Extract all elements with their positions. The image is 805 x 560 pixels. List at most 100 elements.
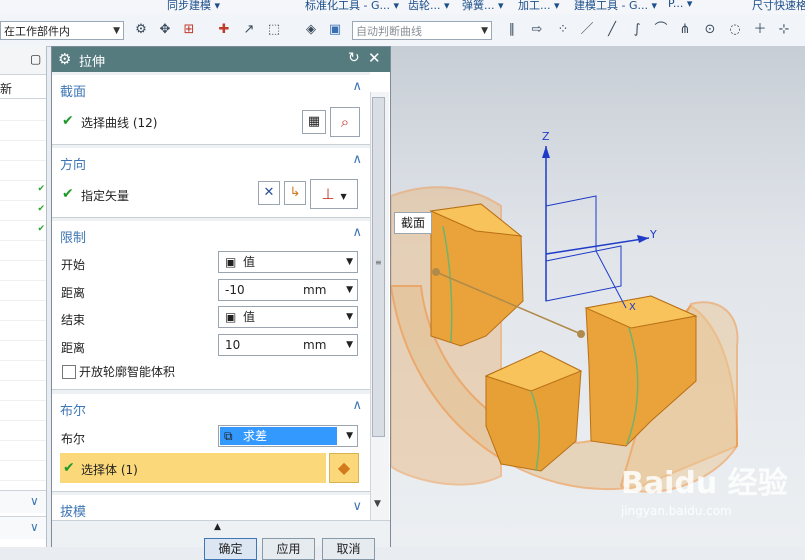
- boolean-group-title[interactable]: 布尔: [60, 400, 86, 419]
- ribbon-dimension-quick[interactable]: 尺寸快速格: [752, 0, 805, 13]
- ok-button[interactable]: 确定: [204, 538, 257, 560]
- select-curve-label[interactable]: 选择曲线 (12): [81, 114, 157, 131]
- line-icon[interactable]: ／: [578, 21, 596, 39]
- grip-icon: ≡: [375, 258, 382, 267]
- direction-group-title[interactable]: 方向: [60, 154, 86, 173]
- list-item[interactable]: [0, 240, 46, 261]
- maximize-icon[interactable]: ▢: [30, 52, 41, 66]
- list-item[interactable]: [0, 360, 46, 381]
- point-icon[interactable]: ✚: [215, 21, 233, 39]
- box-select-icon[interactable]: ⬚: [265, 21, 283, 39]
- start-type-select[interactable]: ▣ 值 ▼: [218, 251, 358, 273]
- list-item[interactable]: [0, 440, 46, 461]
- open-profile-label[interactable]: 开放轮廓智能体积: [79, 363, 175, 380]
- face-icon[interactable]: ▣: [326, 21, 344, 39]
- dialog-titlebar[interactable]: ⚙ 拉伸 ↻ ✕: [52, 47, 390, 72]
- list-item[interactable]: [0, 260, 46, 281]
- dependencies-panel[interactable]: ∨: [0, 490, 46, 513]
- limits-group-title[interactable]: 限制: [60, 227, 86, 246]
- apply-button[interactable]: 应用: [262, 538, 315, 560]
- list-item[interactable]: [0, 140, 46, 161]
- cross-icon[interactable]: ＋: [751, 21, 769, 39]
- list-item[interactable]: [0, 280, 46, 301]
- list-item[interactable]: [0, 460, 46, 481]
- end-distance-field[interactable]: 10 mm ▼: [218, 334, 358, 356]
- center-icon[interactable]: ⊙: [701, 21, 719, 39]
- diagonal-icon[interactable]: ╱: [603, 21, 621, 39]
- select-body-row[interactable]: ✔ 选择体 (1): [60, 453, 326, 483]
- move-icon[interactable]: ↗: [240, 21, 258, 39]
- sketch-section-button[interactable]: ▦: [302, 110, 326, 134]
- filter-icon[interactable]: ✥: [156, 21, 174, 39]
- chevron-up-icon[interactable]: ∧: [352, 152, 362, 167]
- list-item[interactable]: ✔: [0, 220, 46, 241]
- list-item[interactable]: [0, 160, 46, 181]
- ribbon-sync-modeling[interactable]: 同步建模 ▾: [167, 0, 220, 13]
- tangent-icon[interactable]: ⌒: [652, 21, 670, 39]
- list-item[interactable]: [0, 340, 46, 361]
- list-item[interactable]: [0, 380, 46, 401]
- navigator-header: 新: [0, 76, 46, 99]
- close-icon[interactable]: ✕: [368, 49, 381, 67]
- parallel-icon[interactable]: ∥: [503, 21, 521, 39]
- chevron-up-icon[interactable]: ∧: [352, 225, 362, 240]
- ribbon-menu: 同步建模 ▾ 标准化工具 - G... ▾ 齿轮... ▾ 弹簧... ▾ 加工…: [0, 0, 805, 15]
- reset-icon[interactable]: ↻: [348, 50, 360, 66]
- draft-group-title[interactable]: 拔模: [60, 501, 86, 520]
- ribbon-gear[interactable]: 齿轮... ▾: [408, 0, 450, 13]
- chevron-down-icon[interactable]: ∨: [352, 499, 362, 514]
- reverse-direction-button[interactable]: ✕: [258, 181, 280, 205]
- chevron-down-icon[interactable]: ∨: [30, 520, 39, 534]
- ribbon-spring[interactable]: 弹簧... ▾: [462, 0, 504, 13]
- end-type-select[interactable]: ▣ 值 ▼: [218, 306, 358, 328]
- ribbon-standard-tools[interactable]: 标准化工具 - G... ▾: [305, 0, 399, 13]
- chevron-down-icon[interactable]: ▼: [346, 280, 353, 300]
- arrow-right-icon[interactable]: ⇨: [528, 21, 546, 39]
- ribbon-p[interactable]: P... ▾: [668, 0, 692, 10]
- open-profile-checkbox[interactable]: [62, 365, 76, 379]
- cancel-button[interactable]: 取消: [322, 538, 375, 560]
- extend-icon[interactable]: ⊹: [775, 21, 793, 39]
- snap-icon[interactable]: ⚙: [132, 21, 150, 39]
- scroll-down-icon[interactable]: ▼: [374, 499, 381, 509]
- boolean-select[interactable]: ⧉ 求差 ▼: [218, 425, 358, 447]
- list-item[interactable]: [0, 100, 46, 121]
- graphics-viewport[interactable]: Z Y X 截面 Baidu 经验 jingyan.baidu.com: [391, 46, 805, 547]
- list-item[interactable]: [0, 300, 46, 321]
- list-item[interactable]: [0, 420, 46, 441]
- arc-icon[interactable]: ⋔: [676, 21, 694, 39]
- chevron-up-icon[interactable]: ∧: [352, 79, 362, 94]
- quadrant-icon[interactable]: ◌: [726, 21, 744, 39]
- details-panel[interactable]: ∨: [0, 516, 46, 539]
- value-type-icon: ▣: [225, 255, 237, 269]
- list-item[interactable]: ✔: [0, 180, 46, 201]
- select-body-button[interactable]: ◆: [329, 453, 359, 483]
- points-icon[interactable]: ⁘: [554, 21, 572, 39]
- list-item[interactable]: [0, 320, 46, 341]
- start-distance-field[interactable]: -10 mm ▼: [218, 279, 358, 301]
- curve-icon[interactable]: ∫: [628, 21, 646, 39]
- list-item[interactable]: [0, 120, 46, 141]
- add-icon[interactable]: ⊞: [180, 21, 198, 39]
- ribbon-modeling-tools[interactable]: 建模工具 - G... ▾: [574, 0, 657, 13]
- vector-dialog-button[interactable]: ↳: [284, 181, 306, 205]
- collapse-up-icon[interactable]: ▲: [214, 522, 221, 532]
- body-icon[interactable]: ◈: [302, 21, 320, 39]
- chevron-down-icon[interactable]: ▼: [346, 335, 353, 355]
- curve-rule-value: 自动判断曲线: [356, 25, 422, 38]
- direction-group: 方向 ∧ ✔ 指定矢量 ✕ ↳ ⊥ ▼: [52, 148, 370, 218]
- list-item[interactable]: [0, 400, 46, 421]
- vector-type-dropdown[interactable]: ⊥ ▼: [310, 179, 358, 209]
- start-distance-value: -10: [225, 283, 245, 297]
- ribbon-machining[interactable]: 加工... ▾: [518, 0, 560, 13]
- scrollbar-thumb[interactable]: ≡: [372, 97, 385, 437]
- chevron-up-icon[interactable]: ∧: [352, 398, 362, 413]
- chevron-down-icon[interactable]: ∨: [30, 494, 39, 508]
- curve-rule-combo[interactable]: 自动判断曲线 ▼: [352, 21, 492, 40]
- list-item[interactable]: ✔: [0, 200, 46, 221]
- curve-button[interactable]: ⌕: [330, 107, 360, 137]
- check-icon: ✔: [62, 113, 74, 129]
- specify-vector-label[interactable]: 指定矢量: [81, 187, 129, 204]
- section-group-title[interactable]: 截面: [60, 81, 86, 100]
- scope-combo[interactable]: 在工作部件内 ▼: [0, 21, 124, 40]
